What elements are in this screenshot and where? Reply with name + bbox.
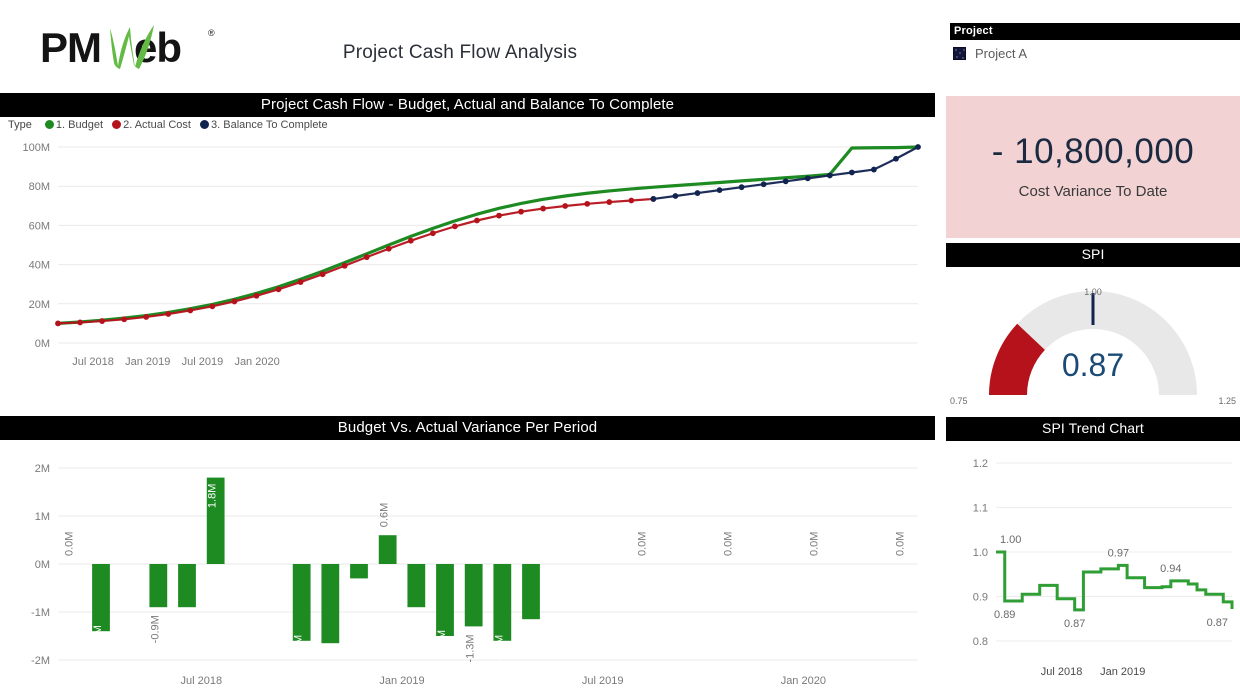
cost-variance-label: Cost Variance To Date: [1018, 183, 1168, 200]
svg-text:0.8: 0.8: [973, 636, 988, 648]
svg-text:-1.5M: -1.5M: [436, 630, 448, 658]
spi-trend-panel: SPI Trend Chart 0.8 0.9 1.0 1.1 1.2 Jul 2018 J…: [946, 417, 1240, 692]
variance-panel: Budget Vs. Actual Variance Per Period -2…: [0, 416, 935, 692]
cash-flow-panel: Project Cash Flow - Budget, Actual and B…: [0, 93, 935, 393]
dashboard-root: PM eb ® Project Cash Flow Analysis Proje…: [0, 0, 1240, 692]
svg-text:0.0M: 0.0M: [723, 532, 735, 556]
spi-title: SPI: [946, 243, 1240, 267]
slicer-item-project-a[interactable]: Project A: [950, 40, 1240, 61]
svg-text:Jul 2018: Jul 2018: [181, 675, 223, 687]
cash-flow-plot[interactable]: 0M 20M 40M 60M 80M 100M Jul 2018 Jan 2019 Jul 20…: [0, 137, 935, 387]
spi-trend-title: SPI Trend Chart: [946, 417, 1240, 441]
svg-text:0M: 0M: [35, 338, 50, 350]
svg-text:0.87: 0.87: [1064, 618, 1085, 630]
spi-gauge-panel: SPI 1.00 0.75 1.25 0.87: [946, 243, 1240, 413]
legend-swatch-actual: [112, 120, 122, 129]
spi-value: 0.87: [1061, 347, 1125, 383]
svg-text:PM: PM: [40, 24, 101, 71]
svg-text:0.9: 0.9: [973, 592, 988, 604]
dashboard-header: PM eb ® Project Cash Flow Analysis: [0, 0, 935, 90]
spi-target-label: 1.00: [1084, 287, 1102, 297]
svg-text:Jul 2018: Jul 2018: [1041, 666, 1083, 678]
svg-text:-0.9M: -0.9M: [149, 615, 161, 643]
legend-label-actual[interactable]: 2. Actual Cost: [123, 119, 191, 131]
pmweb-logo: PM eb ®: [38, 22, 238, 74]
svg-text:-1.3M: -1.3M: [465, 634, 477, 662]
svg-text:60M: 60M: [29, 220, 50, 232]
cost-variance-value: - 10,800,000: [991, 132, 1195, 171]
svg-text:-1M: -1M: [31, 607, 50, 619]
svg-text:Jul 2019: Jul 2019: [182, 356, 224, 368]
svg-text:Jan 2020: Jan 2020: [781, 675, 826, 687]
variance-plot[interactable]: -2M -1M 0M 1M 2M Jul 2018 Jan 2019 Jul 2019 Jan …: [0, 440, 935, 692]
svg-text:0M: 0M: [35, 559, 50, 571]
svg-text:Jul 2018: Jul 2018: [72, 356, 114, 368]
svg-text:1.00: 1.00: [1000, 534, 1021, 546]
svg-text:40M: 40M: [29, 260, 50, 272]
legend-label-budget[interactable]: 1. Budget: [56, 119, 103, 131]
svg-text:0.0M: 0.0M: [637, 532, 649, 556]
svg-text:0.0M: 0.0M: [809, 532, 821, 556]
legend-swatch-balance: [200, 120, 210, 129]
project-slicer[interactable]: Project Project A: [950, 23, 1240, 61]
cash-flow-legend: Type 1. Budget 2. Actual Cost 3. Balance…: [8, 119, 328, 131]
svg-text:0.89: 0.89: [994, 609, 1015, 621]
legend-swatch-budget: [44, 120, 54, 129]
svg-text:0.97: 0.97: [1108, 547, 1129, 559]
svg-text:1M: 1M: [35, 511, 50, 523]
spi-gauge[interactable]: 1.00 0.75 1.25 0.87: [946, 267, 1240, 413]
svg-text:80M: 80M: [29, 181, 50, 193]
svg-text:Jan 2019: Jan 2019: [379, 675, 424, 687]
svg-text:0.0M: 0.0M: [63, 532, 75, 556]
svg-text:Jan 2019: Jan 2019: [125, 356, 170, 368]
svg-text:Jan 2019: Jan 2019: [1100, 666, 1145, 678]
cash-flow-title: Project Cash Flow - Budget, Actual and B…: [0, 93, 935, 117]
legend-title: Type: [8, 119, 32, 131]
svg-text:0.94: 0.94: [1160, 563, 1181, 575]
svg-text:1.8M: 1.8M: [207, 484, 219, 508]
checkbox-icon[interactable]: [953, 47, 966, 60]
svg-text:0.87: 0.87: [1207, 617, 1228, 629]
svg-text:-1.4M: -1.4M: [92, 625, 104, 653]
svg-text:®: ®: [208, 28, 215, 38]
svg-text:1.0: 1.0: [973, 547, 988, 559]
svg-text:2M: 2M: [35, 463, 50, 475]
page-title: Project Cash Flow Analysis: [342, 42, 578, 63]
legend-label-balance[interactable]: 3. Balance To Complete: [211, 119, 328, 131]
svg-text:0.6M: 0.6M: [379, 503, 391, 527]
svg-text:-1.6M: -1.6M: [493, 635, 505, 663]
spi-min-label: 0.75: [950, 396, 968, 406]
svg-text:Jul 2019: Jul 2019: [582, 675, 624, 687]
cost-variance-card: - 10,800,000 Cost Variance To Date: [946, 96, 1240, 238]
variance-title: Budget Vs. Actual Variance Per Period: [0, 416, 935, 440]
svg-text:0.0M: 0.0M: [895, 532, 907, 556]
spi-trend-plot[interactable]: 0.8 0.9 1.0 1.1 1.2 Jul 2018 Jan 2019 1.00 0.89 0…: [946, 441, 1240, 692]
svg-text:1.1: 1.1: [973, 503, 988, 515]
svg-text:-2M: -2M: [31, 655, 50, 667]
svg-text:1.2: 1.2: [973, 458, 988, 470]
svg-text:100M: 100M: [22, 142, 50, 154]
svg-text:-1.6M: -1.6M: [293, 635, 305, 663]
project-slicer-title: Project: [950, 23, 1240, 40]
slicer-item-label: Project A: [975, 46, 1028, 61]
svg-text:Jan 2020: Jan 2020: [234, 356, 279, 368]
spi-max-label: 1.25: [1218, 396, 1236, 406]
svg-text:20M: 20M: [29, 299, 50, 311]
